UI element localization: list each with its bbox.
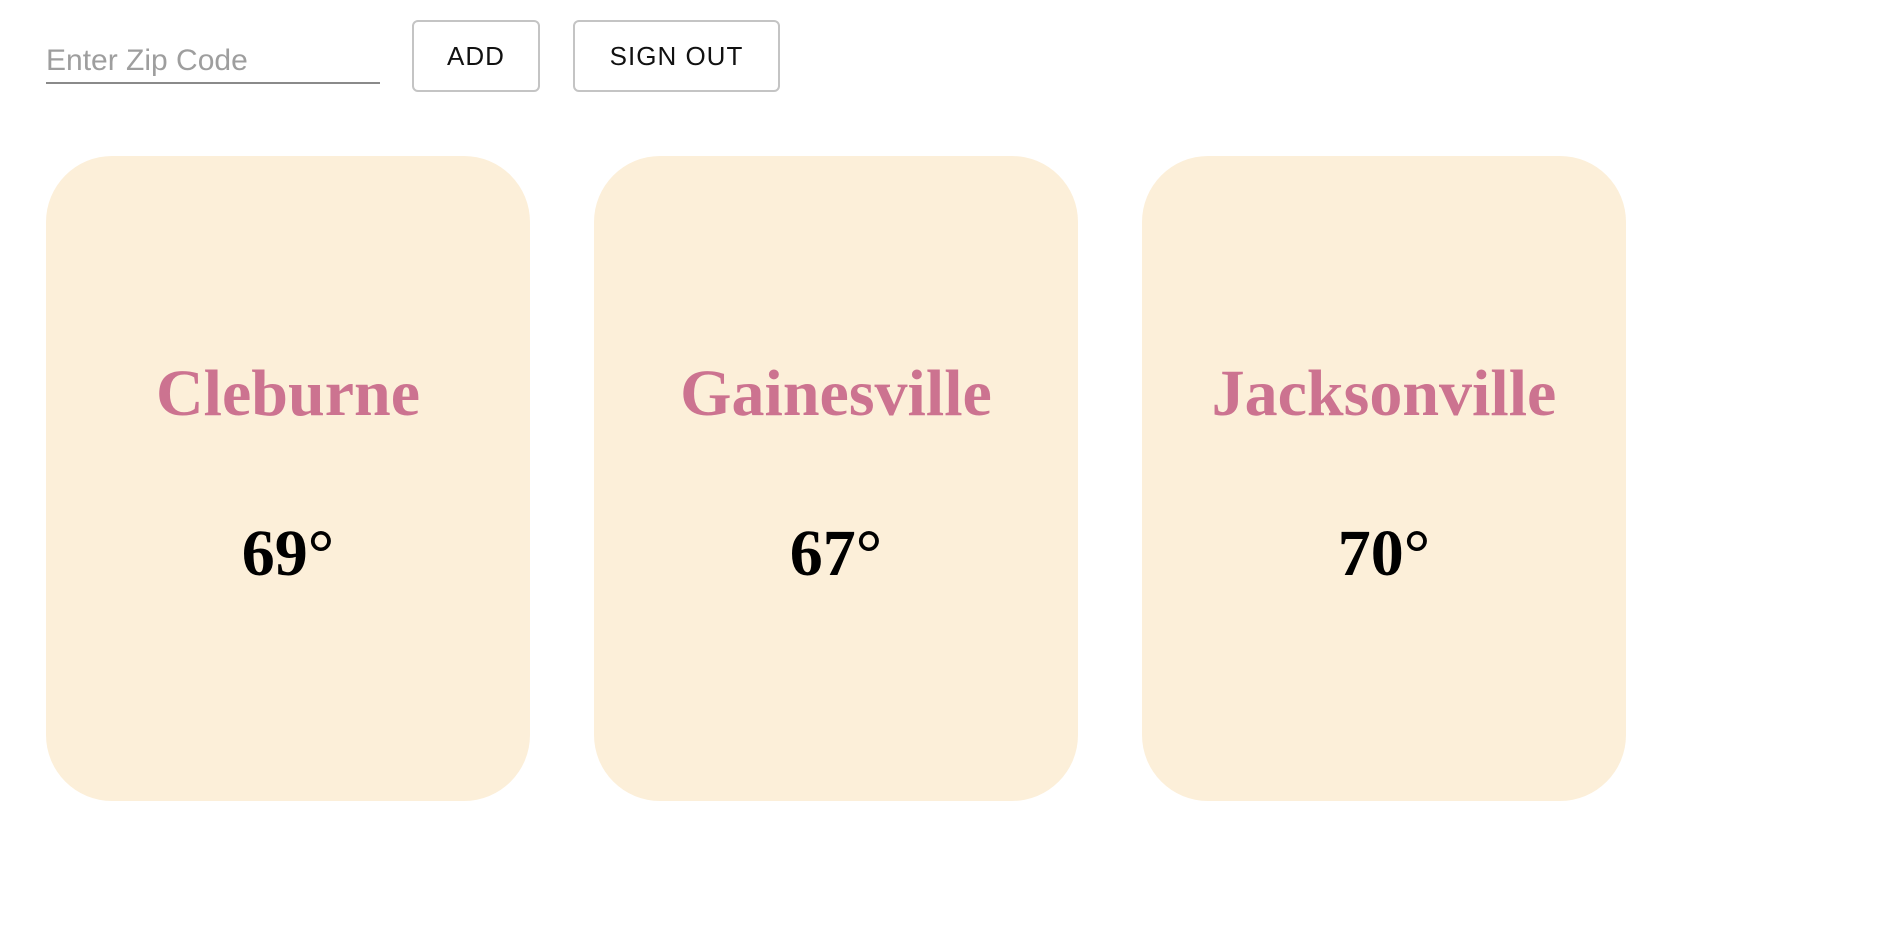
city-temperature: 69° bbox=[241, 517, 335, 590]
city-name: Cleburne bbox=[156, 357, 420, 430]
city-temperature: 67° bbox=[789, 517, 883, 590]
city-name: Gainesville bbox=[680, 357, 992, 430]
city-card-cleburne[interactable]: Cleburne 69° bbox=[46, 156, 530, 801]
city-name: Jacksonville bbox=[1211, 357, 1557, 430]
zip-code-input[interactable] bbox=[46, 40, 380, 84]
add-button[interactable]: ADD bbox=[412, 20, 540, 92]
city-card-gainesville[interactable]: Gainesville 67° bbox=[594, 156, 1078, 801]
city-card-jacksonville[interactable]: Jacksonville 70° bbox=[1142, 156, 1626, 801]
city-temperature: 70° bbox=[1337, 517, 1431, 590]
sign-out-button[interactable]: SIGN OUT bbox=[573, 20, 780, 92]
